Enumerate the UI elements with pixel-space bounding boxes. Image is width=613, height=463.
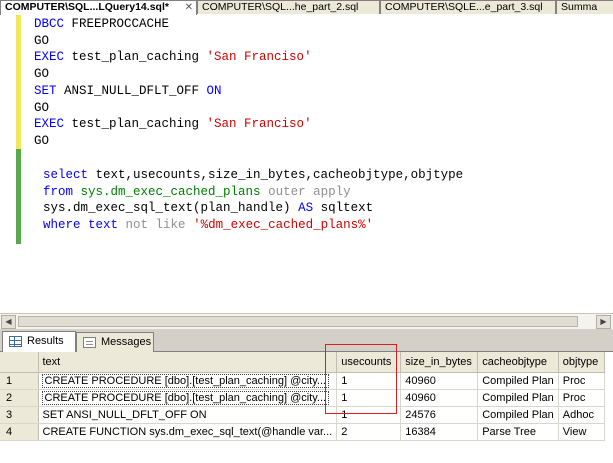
cell-text[interactable]: CREATE PROCEDURE [dbo].[test_plan_cachin…	[38, 372, 338, 390]
tab-part-3[interactable]: COMPUTER\SQLE...e_part_3.sql	[380, 0, 556, 14]
cell-value: CREATE PROCEDURE [dbo].[test_plan_cachin…	[41, 373, 330, 388]
row-number[interactable]: 4	[0, 423, 39, 441]
results-tab-strip: Results Messages	[0, 329, 613, 352]
table-row[interactable]: 4 CREATE FUNCTION sys.dm_exec_sql_text(@…	[0, 423, 605, 441]
code-token: text,usecounts,size_in_bytes,cacheobjtyp…	[88, 168, 464, 182]
tab-sqlquery14[interactable]: COMPUTER\SQL...LQuery14.sql* ✕	[0, 0, 197, 15]
code-token: SET	[34, 83, 57, 98]
document-tab-strip: COMPUTER\SQL...LQuery14.sql* ✕ COMPUTER\…	[0, 0, 613, 15]
code-token: sys.dm_exec_sql_text	[43, 201, 194, 216]
results-table: text usecounts size_in_bytes cacheobjtyp…	[0, 352, 605, 441]
tab-part-2[interactable]: COMPUTER\SQL...he_part_2.sql	[197, 0, 380, 14]
table-row[interactable]: 1 CREATE PROCEDURE [dbo].[test_plan_cach…	[0, 372, 605, 390]
cell-objtype[interactable]: Adhoc	[558, 406, 605, 424]
row-number[interactable]: 3	[0, 406, 39, 424]
cell-usecounts[interactable]: 1	[336, 406, 402, 424]
code-token: (plan_handle)	[193, 201, 299, 216]
query-editor[interactable]: DBCC FREEPROCCACHE GO EXEC test_plan_cac…	[0, 14, 613, 313]
changed-lines-marker	[16, 14, 21, 149]
code-token: select	[43, 168, 89, 182]
row-number[interactable]: 2	[0, 389, 39, 407]
column-header-cacheobjtype[interactable]: cacheobjtype	[477, 352, 559, 373]
code-token: test_plan_caching	[64, 50, 207, 65]
column-header-text[interactable]: text	[38, 352, 338, 373]
cell-objtype[interactable]: Proc	[558, 372, 605, 390]
code-token: sqltext	[313, 201, 374, 216]
code-token: outer apply	[268, 184, 351, 199]
code-token: sys.dm_exec_cached_plans	[73, 184, 269, 199]
tab-label: Summa	[561, 1, 598, 13]
saved-lines-marker	[16, 149, 21, 244]
cell-text[interactable]: CREATE FUNCTION sys.dm_exec_sql_text(@ha…	[38, 423, 338, 441]
code-token: GO	[34, 67, 50, 82]
results-grid[interactable]: text usecounts size_in_bytes cacheobjtyp…	[0, 352, 613, 463]
header-row: text usecounts size_in_bytes cacheobjtyp…	[0, 352, 605, 373]
tab-label: Messages	[101, 336, 152, 348]
code-token: GO	[34, 33, 50, 48]
code-token: not like	[125, 218, 186, 233]
cell-size-in-bytes[interactable]: 16384	[400, 423, 479, 441]
code-token: 'San Franciso'	[206, 50, 312, 65]
code-block-script: DBCC FREEPROCCACHE GO EXEC test_plan_cac…	[34, 16, 312, 150]
tab-messages[interactable]: Messages	[76, 332, 154, 352]
column-header-size-in-bytes[interactable]: size_in_bytes	[400, 352, 479, 373]
cell-cacheobjtype[interactable]: Compiled Plan	[477, 389, 559, 407]
tab-label: COMPUTER\SQLE...e_part_3.sql	[385, 1, 543, 13]
code-token: ANSI_NULL_DFLT_OFF	[56, 83, 207, 98]
code-token: ON	[206, 83, 222, 98]
column-header-objtype[interactable]: objtype	[558, 352, 605, 373]
cell-cacheobjtype[interactable]: Compiled Plan	[477, 406, 559, 424]
tab-summary[interactable]: Summa	[556, 0, 613, 14]
code-token: GO	[34, 100, 50, 115]
code-token: 'San Franciso'	[206, 117, 312, 132]
tab-results[interactable]: Results	[2, 331, 76, 352]
tab-label: COMPUTER\SQL...he_part_2.sql	[202, 1, 359, 13]
code-token: AS	[298, 201, 314, 216]
cell-text[interactable]: SET ANSI_NULL_DFLT_OFF ON	[38, 406, 338, 424]
cell-objtype[interactable]: View	[558, 423, 605, 441]
table-row[interactable]: 3 SET ANSI_NULL_DFLT_OFF ON 1 24576 Comp…	[0, 406, 605, 424]
code-token: from	[43, 184, 74, 199]
tab-label: Results	[27, 335, 64, 347]
messages-icon	[83, 337, 96, 348]
code-token: FREEPROCCACHE	[64, 17, 170, 31]
code-token: '%dm_exec_cached_plans%'	[193, 218, 374, 233]
cell-size-in-bytes[interactable]: 24576	[400, 406, 479, 424]
close-icon[interactable]: ✕	[185, 1, 193, 14]
code-token: DBCC	[34, 17, 65, 31]
cell-usecounts[interactable]: 1	[336, 389, 402, 407]
tab-label: COMPUTER\SQL...LQuery14.sql*	[5, 1, 169, 13]
cell-size-in-bytes[interactable]: 40960	[400, 372, 479, 390]
cell-value: CREATE PROCEDURE [dbo].[test_plan_cachin…	[41, 390, 330, 405]
grid-icon	[9, 336, 22, 347]
cell-usecounts[interactable]: 1	[336, 372, 402, 390]
cell-cacheobjtype[interactable]: Compiled Plan	[477, 372, 559, 390]
scrollbar-thumb[interactable]	[18, 316, 578, 327]
code-token: text	[80, 218, 126, 233]
corner-header[interactable]	[0, 352, 39, 373]
scroll-right-icon[interactable]: ▶	[596, 315, 611, 329]
table-row[interactable]: 2 CREATE PROCEDURE [dbo].[test_plan_cach…	[0, 389, 605, 407]
scroll-left-icon[interactable]: ◀	[1, 315, 16, 329]
code-token: EXEC	[34, 117, 65, 132]
cell-size-in-bytes[interactable]: 40960	[400, 389, 479, 407]
code-token: GO	[34, 133, 50, 148]
code-token: EXEC	[34, 50, 65, 65]
editor-horizontal-scrollbar[interactable]: ◀ ▶	[0, 313, 613, 329]
cell-objtype[interactable]: Proc	[558, 389, 605, 407]
column-header-usecounts[interactable]: usecounts	[336, 352, 402, 373]
code-block-query: select text,usecounts,size_in_bytes,cach…	[43, 167, 463, 234]
code-token: test_plan_caching	[64, 117, 207, 132]
cell-text[interactable]: CREATE PROCEDURE [dbo].[test_plan_cachin…	[38, 389, 338, 407]
row-number[interactable]: 1	[0, 372, 39, 390]
cell-cacheobjtype[interactable]: Parse Tree	[477, 423, 559, 441]
code-token: where	[43, 218, 81, 233]
cell-usecounts[interactable]: 2	[336, 423, 402, 441]
